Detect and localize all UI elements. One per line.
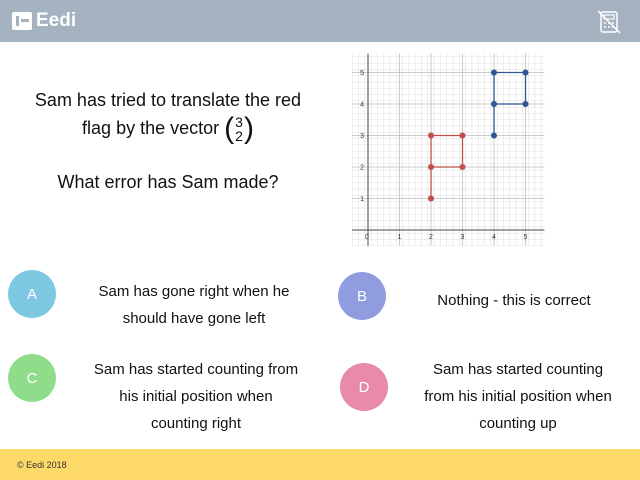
option-a-line-2: should have gone left — [122, 310, 266, 327]
option-d-circle[interactable]: D — [340, 363, 388, 411]
red-flag-point — [459, 132, 466, 139]
option-b-text[interactable]: Nothing - this is correct — [404, 287, 624, 314]
translation-vector: ( 3 2 ) — [224, 112, 254, 146]
blue-flag-point — [522, 101, 529, 107]
option-c-line-2: his initial position when — [119, 388, 273, 405]
x-tick-label: 4 — [492, 234, 496, 241]
calculator-disabled-icon[interactable] — [596, 9, 622, 35]
question-line-2: flag by the vector ( 3 2 ) — [18, 114, 318, 144]
blue-flag-point — [522, 69, 529, 76]
question-prompt: What error has Sam made? — [57, 172, 279, 192]
x-tick-label: 2 — [429, 234, 433, 241]
option-b-circle[interactable]: B — [338, 272, 386, 320]
option-d-text[interactable]: Sam has started counting from his initia… — [398, 356, 638, 437]
question-line-1: Sam has tried to translate the red — [34, 90, 302, 110]
x-tick-label: 1 — [398, 234, 402, 241]
option-a-circle[interactable]: A — [8, 270, 56, 318]
blue-flag-point — [491, 132, 497, 139]
option-c-text[interactable]: Sam has started counting from his initia… — [70, 356, 322, 437]
option-c-line-3: counting right — [150, 415, 242, 432]
y-tick-label: 4 — [360, 102, 364, 109]
y-tick-label: 2 — [360, 165, 364, 172]
vector-top: 3 — [235, 114, 243, 131]
question-line-2-text: flag by the vector — [82, 118, 220, 138]
option-a-line-1: Sam has gone right when he — [98, 283, 290, 300]
blue-flag-point — [491, 101, 497, 107]
vector-bottom: 2 — [235, 128, 243, 145]
eedi-logo-icon — [12, 12, 32, 30]
logo-text: Eedi — [36, 10, 77, 31]
copyright-text: © Eedi 2018 — [17, 460, 67, 470]
option-c-line-1: Sam has started counting from — [93, 361, 299, 378]
y-tick-label: 3 — [360, 133, 364, 140]
grid-svg: 0 1 2 3 4 5 1 2 3 4 5 — [351, 53, 545, 247]
blue-flag-point — [491, 69, 497, 76]
y-tick-label: 1 — [360, 196, 364, 203]
option-b-line-1: Nothing - this is correct — [437, 292, 591, 309]
option-d-line-1: Sam has started counting — [432, 361, 604, 378]
header-bar: Eedi — [0, 0, 640, 42]
red-flag-point — [428, 164, 434, 170]
x-tick-label: 0 — [365, 234, 369, 241]
option-d-line-3: counting up — [479, 415, 557, 432]
red-flag-point — [428, 132, 434, 139]
option-c-circle[interactable]: C — [8, 354, 56, 402]
x-tick-label: 3 — [461, 234, 465, 241]
red-flag-point — [459, 164, 466, 170]
coordinate-grid: 0 1 2 3 4 5 1 2 3 4 5 — [350, 52, 550, 247]
option-d-line-2: from his initial position when — [424, 388, 612, 405]
option-a-text[interactable]: Sam has gone right when he should have g… — [74, 278, 314, 332]
question-text: Sam has tried to translate the red flag … — [18, 86, 318, 144]
red-flag-point — [428, 195, 434, 202]
footer-bar — [0, 449, 640, 480]
eedi-logo: Eedi — [12, 11, 76, 31]
y-tick-label: 5 — [360, 70, 364, 77]
x-tick-label: 5 — [524, 234, 528, 241]
